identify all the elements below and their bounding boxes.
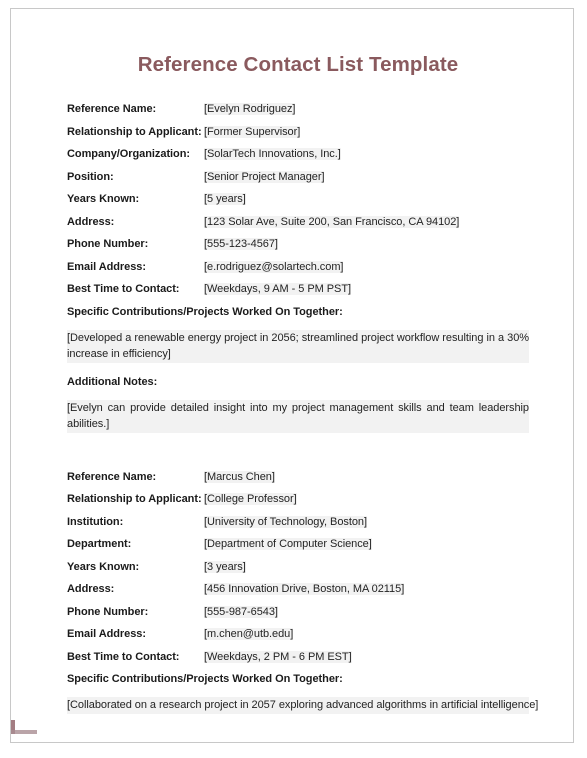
table-row: Reference Name: [Evelyn Rodriguez] xyxy=(67,103,529,115)
reference-1-contributions-text[interactable]: [Developed a renewable energy project in… xyxy=(67,329,529,363)
reference-1-notes-heading: Additional Notes: xyxy=(67,375,158,388)
field-value-relationship-to-applicant[interactable]: [College Professor] xyxy=(204,493,297,505)
field-value-department[interactable]: [Department of Computer Science] xyxy=(204,538,372,550)
field-label-best-time-to-contact: Best Time to Contact: xyxy=(67,650,180,663)
reference-2-contributions-text[interactable]: [Collaborated on a research project in 2… xyxy=(67,697,538,714)
table-row: Address: [123 Solar Ave, Suite 200, San … xyxy=(67,215,529,228)
field-label-reference-name: Reference Name: xyxy=(67,103,157,115)
field-value-phone-number[interactable]: [555-987-6543] xyxy=(204,605,278,618)
field-label-years-known: Years Known: xyxy=(67,560,140,573)
field-value-reference-name[interactable]: [Marcus Chen] xyxy=(204,470,275,483)
reference-1-field-list: Reference Name: [Evelyn Rodriguez] Relat… xyxy=(67,103,529,295)
table-row: Best Time to Contact: [Weekdays, 2 PM - … xyxy=(67,650,529,663)
field-label-email-address: Email Address: xyxy=(67,628,146,640)
table-row: Phone Number: [555-987-6543] xyxy=(67,605,529,618)
field-value-reference-name[interactable]: [Evelyn Rodriguez] xyxy=(204,103,295,115)
field-value-email-address[interactable]: [m.chen@utb.edu] xyxy=(204,628,293,640)
field-label-email-address: Email Address: xyxy=(67,260,146,273)
field-label-relationship-to-applicant: Relationship to Applicant: xyxy=(67,493,202,505)
document-content: Reference Contact List Template Referenc… xyxy=(67,9,538,714)
field-value-phone-number[interactable]: [555-123-4567] xyxy=(204,238,278,250)
field-value-address[interactable]: [123 Solar Ave, Suite 200, San Francisco… xyxy=(204,215,459,228)
table-row: Institution: [University of Technology, … xyxy=(67,515,529,528)
field-label-address: Address: xyxy=(67,583,115,595)
field-value-best-time-to-contact[interactable]: [Weekdays, 2 PM - 6 PM EST] xyxy=(204,650,352,663)
field-label-company-organization: Company/Organization: xyxy=(67,148,191,160)
table-row: Best Time to Contact: [Weekdays, 9 AM - … xyxy=(67,283,529,295)
field-label-best-time-to-contact: Best Time to Contact: xyxy=(67,283,180,295)
field-value-position[interactable]: [Senior Project Manager] xyxy=(204,170,325,183)
field-label-years-known: Years Known: xyxy=(67,193,140,205)
field-value-best-time-to-contact[interactable]: [Weekdays, 9 AM - 5 PM PST] xyxy=(204,283,351,295)
field-value-years-known[interactable]: [3 years] xyxy=(204,560,246,573)
field-value-relationship-to-applicant[interactable]: [Former Supervisor] xyxy=(204,125,300,138)
field-value-institution[interactable]: [University of Technology, Boston] xyxy=(204,515,367,528)
reference-1-contributions-heading: Specific Contributions/Projects Worked O… xyxy=(67,305,343,318)
field-value-email-address[interactable]: [e.rodriguez@solartech.com] xyxy=(204,260,343,273)
field-label-position: Position: xyxy=(67,170,114,183)
reference-1-notes-text[interactable]: [Evelyn can provide detailed insight int… xyxy=(67,399,529,433)
field-label-reference-name: Reference Name: xyxy=(67,470,157,483)
corner-accent-vertical-bar xyxy=(11,720,15,734)
field-label-phone-number: Phone Number: xyxy=(67,605,149,618)
table-row: Relationship to Applicant: [College Prof… xyxy=(67,493,529,505)
page-corner-accent-mark xyxy=(11,720,37,734)
field-value-address[interactable]: [456 Innovation Drive, Boston, MA 02115] xyxy=(204,583,404,595)
field-label-relationship-to-applicant: Relationship to Applicant: xyxy=(67,125,202,138)
table-row: Reference Name: [Marcus Chen] xyxy=(67,470,529,483)
document-page: Reference Contact List Template Referenc… xyxy=(10,8,574,743)
field-value-years-known[interactable]: [5 years] xyxy=(204,193,246,205)
table-row: Relationship to Applicant: [Former Super… xyxy=(67,125,529,138)
table-row: Years Known: [5 years] xyxy=(67,193,529,205)
table-row: Department: [Department of Computer Scie… xyxy=(67,538,529,550)
table-row: Email Address: [e.rodriguez@solartech.co… xyxy=(67,260,529,273)
table-row: Phone Number: [555-123-4567] xyxy=(67,238,529,250)
field-label-institution: Institution: xyxy=(67,515,124,528)
reference-2-field-list: Reference Name: [Marcus Chen] Relationsh… xyxy=(67,470,529,663)
table-row: Address: [456 Innovation Drive, Boston, … xyxy=(67,583,529,595)
table-row: Email Address: [m.chen@utb.edu] xyxy=(67,628,529,640)
field-label-department: Department: xyxy=(67,538,132,550)
reference-block-1: Reference Name: [Evelyn Rodriguez] Relat… xyxy=(67,103,529,433)
table-row: Years Known: [3 years] xyxy=(67,560,529,573)
field-value-company-organization[interactable]: [SolarTech Innovations, Inc.] xyxy=(204,148,341,160)
reference-2-contributions-heading: Specific Contributions/Projects Worked O… xyxy=(67,673,343,685)
field-label-phone-number: Phone Number: xyxy=(67,238,149,250)
corner-accent-horizontal-bar xyxy=(11,730,37,734)
reference-block-2: Reference Name: [Marcus Chen] Relationsh… xyxy=(67,470,538,714)
table-row: Company/Organization: [SolarTech Innovat… xyxy=(67,148,529,160)
field-label-address: Address: xyxy=(67,215,115,228)
page-title: Reference Contact List Template xyxy=(137,53,459,76)
table-row: Position: [Senior Project Manager] xyxy=(67,170,529,183)
